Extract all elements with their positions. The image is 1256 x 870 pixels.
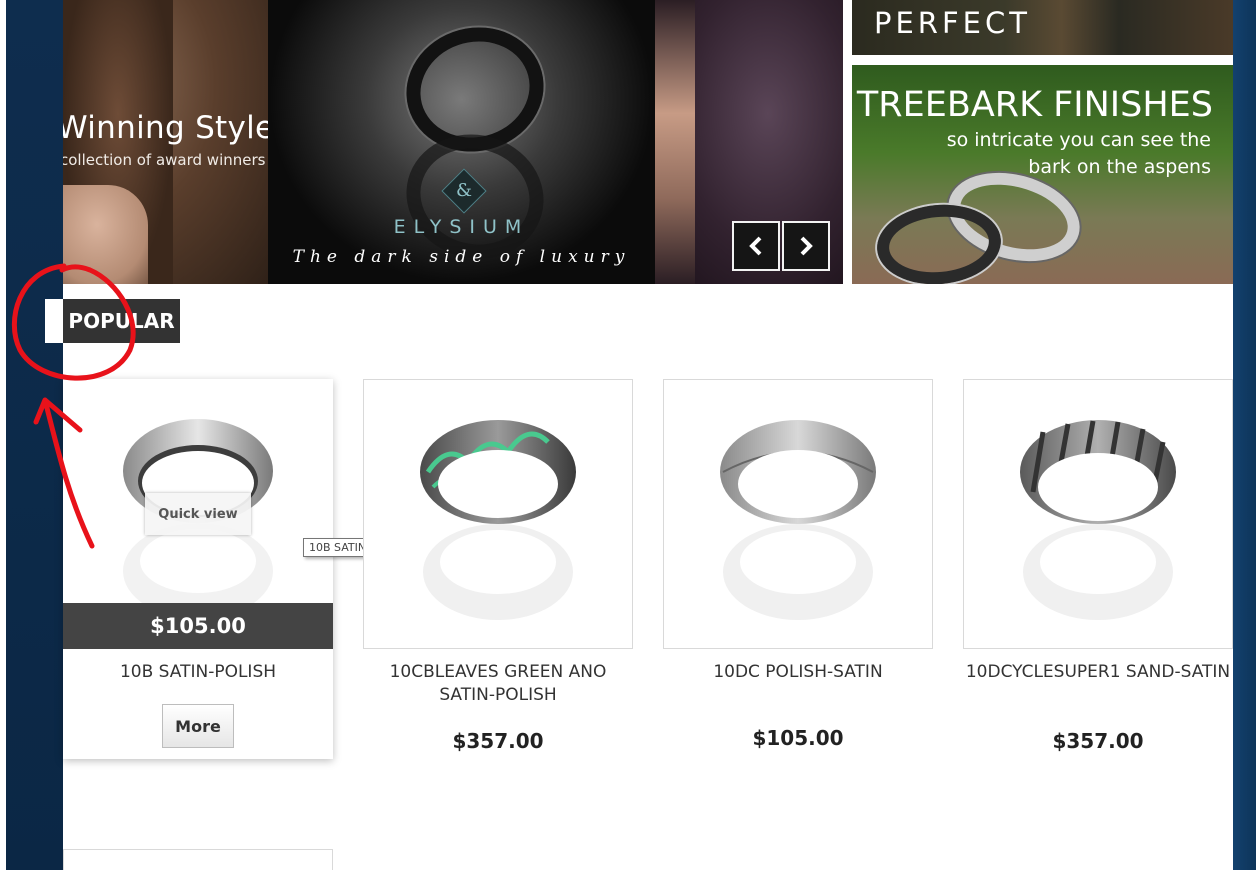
slider-prev-button[interactable] (732, 221, 780, 271)
product-card[interactable] (663, 379, 933, 649)
slider-next-button[interactable] (782, 221, 830, 271)
chevron-left-icon (749, 236, 762, 256)
ring-image (420, 420, 576, 620)
product-name[interactable]: 10DC POLISH-SATIN (663, 661, 933, 684)
quick-view-button[interactable]: Quick view (145, 493, 251, 535)
price-bar: $105.00 (63, 603, 333, 649)
product-price: $357.00 (1052, 729, 1144, 753)
chevron-right-icon (800, 236, 813, 256)
banner-top-text: PERFECT (874, 6, 1031, 40)
banner-treebark[interactable]: TREEBARK FINISHES so intricate you can s… (852, 65, 1233, 284)
ring-image (720, 420, 876, 620)
banner-title: TREEBARK FINISHES (856, 85, 1213, 125)
banner-line-2: bark on the aspens (1028, 156, 1211, 178)
slide-arm-image (655, 0, 695, 284)
section-title: POPULAR (63, 299, 180, 343)
page-right-background (1233, 0, 1256, 870)
product-name[interactable]: 10DCYCLESUPER1 SAND-SATIN (963, 661, 1233, 684)
banner-line-1: so intricate you can see the (946, 129, 1211, 151)
section-accent (45, 299, 63, 343)
elysium-tagline: The dark side of luxury (292, 247, 631, 267)
product-price: $357.00 (452, 729, 544, 753)
product-card[interactable] (963, 379, 1233, 649)
slide-elysium[interactable]: & ELYSIUM The dark side of luxury (268, 0, 655, 284)
elysium-logo-icon: & (455, 180, 473, 201)
ring-image (1020, 420, 1176, 620)
hero-slider: Winning Style collection of award winner… (63, 0, 843, 284)
elysium-brand: ELYSIUM (393, 216, 530, 238)
more-button[interactable]: More (162, 704, 234, 748)
product-name[interactable]: 10CBLEAVES GREEN ANO SATIN-POLISH (363, 661, 633, 707)
product-card[interactable]: Quick view $105.00 (63, 379, 333, 759)
page-left-background (6, 0, 63, 870)
product-card[interactable] (363, 379, 633, 649)
slide-winning-style[interactable]: Winning Style collection of award winner… (63, 0, 274, 284)
slide-subtitle: collection of award winners (63, 151, 266, 169)
slide-title: Winning Style (63, 110, 275, 146)
product-name[interactable]: 10B SATIN-POLISH (63, 661, 333, 684)
product-price: $105.00 (752, 726, 844, 750)
banner-pitch-perfect[interactable]: PERFECT (852, 0, 1233, 55)
slide-hand-image (63, 185, 148, 284)
product-card[interactable] (63, 849, 333, 870)
